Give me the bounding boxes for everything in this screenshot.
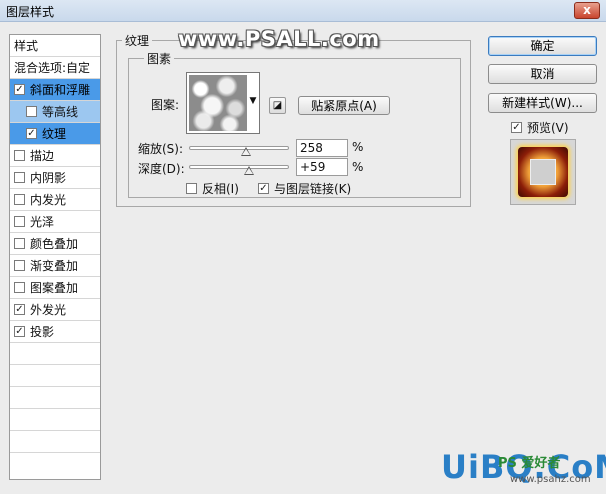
- scale-slider-thumb[interactable]: [241, 147, 251, 156]
- preview-thumbnail-inner: [530, 159, 556, 185]
- style-item-empty: [10, 343, 100, 365]
- link-layer-checkbox[interactable]: ✓ 与图层链接(K): [258, 180, 351, 197]
- style-item-checkbox[interactable]: [14, 282, 25, 293]
- style-item-empty: [10, 431, 100, 453]
- style-item[interactable]: 渐变叠加: [10, 255, 100, 277]
- texture-group-label: 纹理: [122, 32, 153, 49]
- style-item-label: 颜色叠加: [30, 237, 79, 251]
- style-item-empty: [10, 365, 100, 387]
- style-item-checkbox[interactable]: ✓: [14, 326, 25, 337]
- style-item-checkbox[interactable]: ✓: [14, 84, 25, 95]
- site-logo-url: www.psahz.com: [510, 474, 591, 485]
- ok-label: 确定: [530, 39, 555, 53]
- style-item[interactable]: 光泽: [10, 211, 100, 233]
- scale-input[interactable]: 258: [296, 139, 348, 157]
- style-item[interactable]: 等高线: [10, 101, 100, 123]
- window-title: 图层样式: [6, 5, 55, 19]
- style-item-label: 外发光: [30, 303, 67, 317]
- depth-input[interactable]: +59: [296, 158, 348, 176]
- style-item-checkbox[interactable]: ✓: [26, 128, 37, 139]
- style-item-label: 描边: [30, 149, 55, 163]
- new-preset-icon[interactable]: ◪: [269, 97, 286, 114]
- style-item-label: 斜面和浮雕: [30, 83, 91, 97]
- style-item-checkbox[interactable]: [26, 106, 37, 117]
- style-item-checkbox[interactable]: ✓: [14, 304, 25, 315]
- invert-checkbox[interactable]: 反相(I): [186, 180, 239, 197]
- style-item[interactable]: 内发光: [10, 189, 100, 211]
- style-item-label: 渐变叠加: [30, 259, 79, 273]
- pattern-label: 图案:: [151, 98, 180, 112]
- style-item-empty: [10, 409, 100, 431]
- snap-origin-label: 贴紧原点(A): [311, 99, 377, 113]
- preview-checkbox[interactable]: ✓ 预览(V): [511, 119, 569, 136]
- depth-label: 深度(D):: [138, 162, 185, 176]
- link-layer-checkbox-box[interactable]: ✓: [258, 183, 269, 194]
- style-item[interactable]: 内阴影: [10, 167, 100, 189]
- invert-checkbox-box[interactable]: [186, 183, 197, 194]
- style-item[interactable]: ✓ 斜面和浮雕: [10, 79, 100, 101]
- style-item-label: 纹理: [42, 127, 67, 141]
- style-item[interactable]: ✓ 投影: [10, 321, 100, 343]
- watermark-text: www.PSALL.com: [178, 27, 380, 51]
- style-item[interactable]: 描边: [10, 145, 100, 167]
- pattern-swatch: [189, 75, 247, 131]
- pattern-picker[interactable]: ▼: [186, 72, 260, 134]
- style-item[interactable]: 图案叠加: [10, 277, 100, 299]
- new-style-label: 新建样式(W)...: [502, 96, 583, 110]
- preview-checkbox-box[interactable]: ✓: [511, 122, 522, 133]
- elements-group-label: 图素: [144, 50, 175, 67]
- style-item-label: 内发光: [30, 193, 67, 207]
- style-item-label: 光泽: [30, 215, 55, 229]
- preview-thumbnail: [518, 147, 568, 197]
- close-button[interactable]: x: [574, 2, 600, 19]
- styles-header[interactable]: 样式: [10, 35, 100, 57]
- blend-options-item[interactable]: 混合选项:自定: [10, 57, 100, 79]
- styles-list: 样式 混合选项:自定 ✓ 斜面和浮雕等高线 ✓ 纹理描边内阴影内发光光泽颜色叠加渐变叠…: [9, 34, 101, 480]
- snap-origin-button[interactable]: 贴紧原点(A): [298, 96, 390, 115]
- style-item-empty: [10, 453, 100, 475]
- depth-value: +59: [300, 160, 326, 174]
- title-bar: 图层样式 x: [0, 0, 606, 22]
- depth-slider-thumb[interactable]: [244, 166, 254, 175]
- style-item[interactable]: 颜色叠加: [10, 233, 100, 255]
- cancel-button[interactable]: 取消: [488, 64, 597, 84]
- style-item-label: 内阴影: [30, 171, 67, 185]
- style-item-checkbox[interactable]: [14, 238, 25, 249]
- style-item-checkbox[interactable]: [14, 150, 25, 161]
- style-item-label: 图案叠加: [30, 281, 79, 295]
- scale-unit: %: [352, 140, 364, 154]
- depth-slider-track[interactable]: [189, 165, 289, 169]
- site-logo-sub: PS 爱好者: [498, 456, 561, 471]
- style-item-checkbox[interactable]: [14, 216, 25, 227]
- styles-header-label: 样式: [14, 39, 39, 53]
- style-item[interactable]: ✓ 纹理: [10, 123, 100, 145]
- style-item-checkbox[interactable]: [14, 194, 25, 205]
- style-item-empty: [10, 387, 100, 409]
- preview-label: 预览(V): [527, 121, 569, 135]
- style-item-checkbox[interactable]: [14, 260, 25, 271]
- blend-options-label: 混合选项:自定: [14, 61, 91, 75]
- style-item[interactable]: ✓ 外发光: [10, 299, 100, 321]
- style-item-label: 等高线: [42, 105, 79, 119]
- style-preview: [510, 139, 576, 205]
- chevron-down-icon[interactable]: ▼: [249, 95, 257, 107]
- depth-unit: %: [352, 160, 364, 174]
- link-layer-label: 与图层链接(K): [274, 182, 352, 196]
- ok-button[interactable]: 确定: [488, 36, 597, 56]
- style-item-checkbox[interactable]: [14, 172, 25, 183]
- close-icon: x: [583, 3, 591, 17]
- cancel-label: 取消: [530, 67, 555, 81]
- new-style-button[interactable]: 新建样式(W)...: [488, 93, 597, 113]
- scale-label: 缩放(S):: [138, 142, 184, 156]
- elements-group: [128, 58, 461, 198]
- style-item-label: 投影: [30, 325, 55, 339]
- scale-value: 258: [300, 141, 323, 155]
- scale-slider-track[interactable]: [189, 146, 289, 150]
- invert-label: 反相(I): [202, 182, 239, 196]
